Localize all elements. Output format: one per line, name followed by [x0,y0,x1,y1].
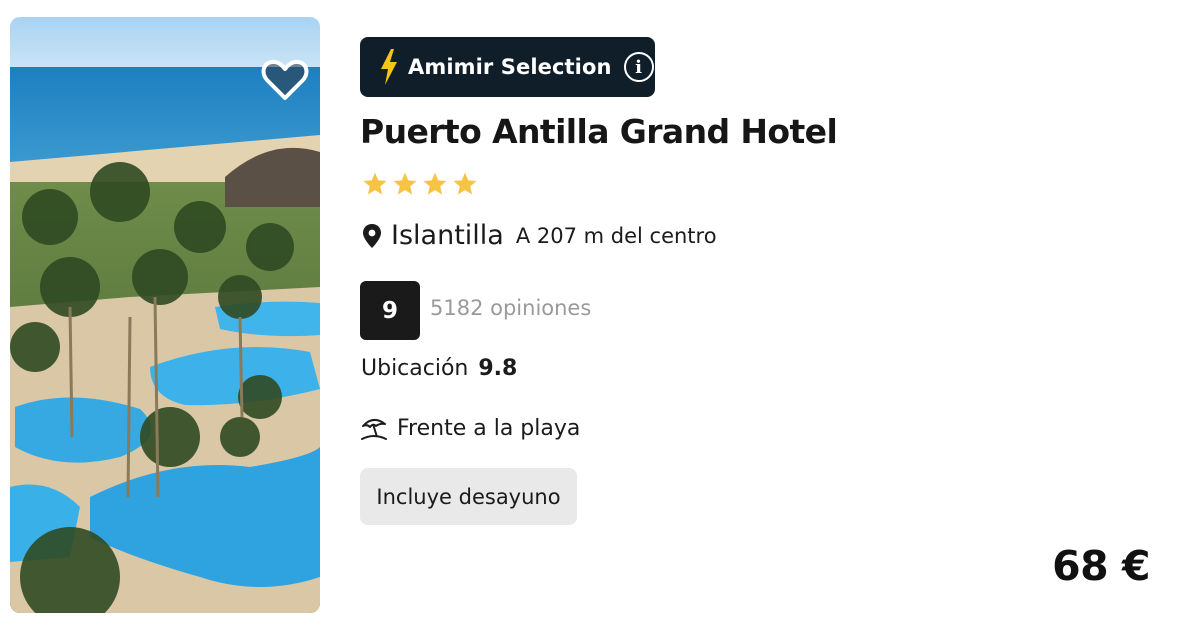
map-pin-icon [363,223,381,248]
hotel-name[interactable]: Puerto Antilla Grand Hotel [360,112,838,151]
reviews-count[interactable]: 5182 opiniones [430,296,591,320]
hotel-photo[interactable] [10,17,320,613]
location-distance: A 207 m del centro [515,223,717,248]
favorite-button[interactable] [258,55,312,105]
heart-icon [261,59,309,100]
location-score-label: Ubicación [361,356,469,381]
hotel-card[interactable]: Amimir Selection i Puerto Antilla Grand … [0,0,1190,628]
badge-label: Amimir Selection [408,55,612,79]
info-icon[interactable]: i [623,52,654,82]
price: 68 € [1052,542,1150,590]
star-icon [453,172,477,195]
lightning-bolt-icon [381,49,397,85]
score-badge: 9 [360,281,420,340]
feature-label: Frente a la playa [397,415,581,441]
star-icon [423,172,447,195]
location-city: Islantilla [391,220,504,251]
hotel-photo-image [10,17,320,613]
breakfast-tag: Incluye desayuno [360,468,577,525]
star-rating [362,171,478,197]
star-icon [363,172,387,195]
star-icon [393,172,417,195]
location-score-value: 9.8 [478,356,518,381]
selection-badge: Amimir Selection i [360,37,655,97]
location-score: Ubicación 9.8 [361,356,517,381]
location-row: Islantilla A 207 m del centro [362,220,717,251]
feature-row: Frente a la playa [360,415,580,441]
beach-umbrella-icon [361,419,387,440]
